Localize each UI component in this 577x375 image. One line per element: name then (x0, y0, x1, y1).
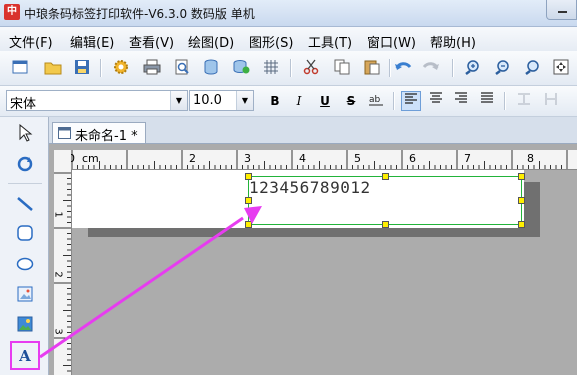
annotation-arrow (39, 206, 262, 359)
